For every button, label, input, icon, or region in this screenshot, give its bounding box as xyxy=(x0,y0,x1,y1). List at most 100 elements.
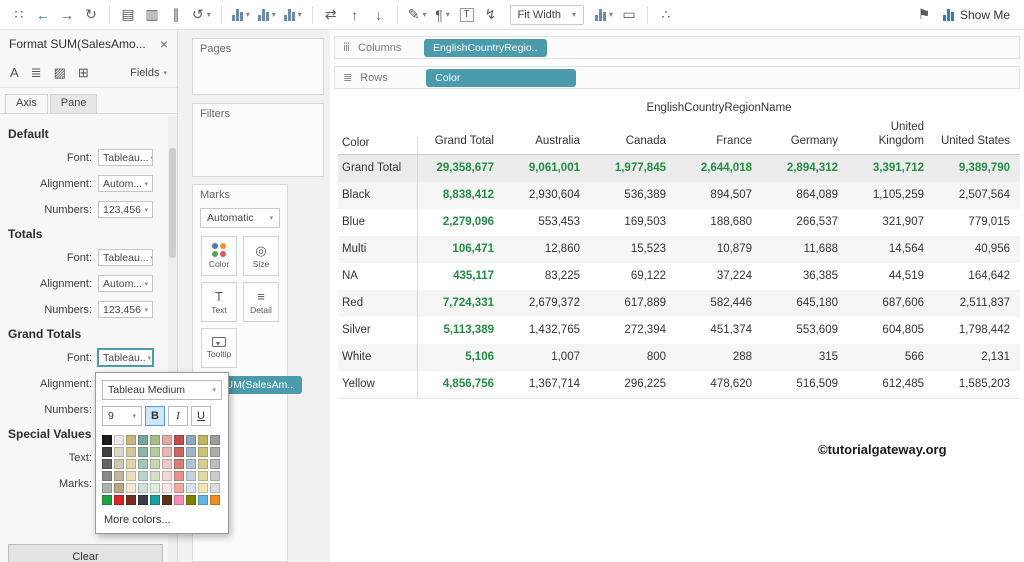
table-cell[interactable]: 15,523 xyxy=(590,236,676,263)
table-cell[interactable]: 69,122 xyxy=(590,263,676,290)
color-swatch[interactable] xyxy=(126,447,136,457)
table-cell[interactable]: 516,509 xyxy=(762,371,848,398)
color-swatch[interactable] xyxy=(174,495,184,505)
filters-card[interactable]: Filters xyxy=(192,103,324,177)
presentation-icon[interactable]: ▭ xyxy=(618,3,640,27)
table-cell[interactable]: 164,642 xyxy=(934,263,1020,290)
table-cell[interactable]: 29,358,677 xyxy=(418,155,504,182)
color-swatch[interactable] xyxy=(114,495,124,505)
redo-icon[interactable]: ↻ xyxy=(80,3,102,27)
color-swatch[interactable] xyxy=(102,495,112,505)
table-cell[interactable]: 864,089 xyxy=(762,182,848,209)
color-swatch[interactable] xyxy=(138,447,148,457)
table-cell[interactable]: 188,680 xyxy=(676,209,762,236)
forward-icon[interactable]: → xyxy=(56,3,78,27)
color-button[interactable]: Color xyxy=(201,236,237,276)
row-label[interactable]: Black xyxy=(338,181,418,209)
color-swatch[interactable] xyxy=(198,459,208,469)
table-cell[interactable]: 553,609 xyxy=(762,317,848,344)
table-cell[interactable]: 40,956 xyxy=(934,236,1020,263)
table-cell[interactable]: 44,519 xyxy=(848,263,934,290)
color-swatch[interactable] xyxy=(162,447,172,457)
table-cell[interactable]: 478,620 xyxy=(676,371,762,398)
mark-type-select[interactable]: Automatic ▾ xyxy=(200,208,280,228)
color-swatch[interactable] xyxy=(198,471,208,481)
font-family-select[interactable]: Tableau Medium ▾ xyxy=(102,380,222,400)
column-header[interactable]: Australia xyxy=(504,134,590,153)
table-cell[interactable]: 3,391,712 xyxy=(848,155,934,182)
pin-icon[interactable]: ⚑ xyxy=(913,3,935,27)
table-cell[interactable]: 1,105,259 xyxy=(848,182,934,209)
size-button[interactable]: ◎ Size xyxy=(243,236,279,276)
color-swatch[interactable] xyxy=(198,447,208,457)
table-cell[interactable]: 1,977,845 xyxy=(590,155,676,182)
table-cell[interactable]: 645,180 xyxy=(762,290,848,317)
tooltip-button[interactable]: Tooltip xyxy=(201,328,237,368)
new-worksheet-icon[interactable]: ▾ xyxy=(229,3,253,27)
table-cell[interactable]: 1,432,765 xyxy=(504,317,590,344)
table-cell[interactable]: 779,015 xyxy=(934,209,1020,236)
column-header[interactable]: United States xyxy=(934,134,1020,153)
color-swatch[interactable] xyxy=(126,495,136,505)
table-cell[interactable]: 553,453 xyxy=(504,209,590,236)
totals-numbers-select[interactable]: 123,456 ▾ xyxy=(98,301,153,318)
color-swatch[interactable] xyxy=(210,471,220,481)
table-cell[interactable]: 11,688 xyxy=(762,236,848,263)
color-swatch[interactable] xyxy=(198,483,208,493)
color-swatch[interactable] xyxy=(126,459,136,469)
color-swatch[interactable] xyxy=(210,495,220,505)
table-cell[interactable]: 5,113,389 xyxy=(418,317,504,344)
table-cell[interactable]: 612,485 xyxy=(848,371,934,398)
color-swatch[interactable] xyxy=(186,447,196,457)
column-header[interactable]: United Kingdom xyxy=(848,120,934,154)
column-header[interactable]: Grand Total xyxy=(418,134,504,153)
table-cell[interactable]: 2,679,372 xyxy=(504,290,590,317)
table-row[interactable]: Blue 2,279,096 553,453 169,503 188,680 266,53… xyxy=(338,208,1020,236)
color-swatch[interactable] xyxy=(150,483,160,493)
table-cell[interactable]: 2,930,604 xyxy=(504,182,590,209)
table-cell[interactable]: 2,644,018 xyxy=(676,155,762,182)
table-cell[interactable]: 1,798,442 xyxy=(934,317,1020,344)
table-row[interactable]: NA 435,117 83,225 69,122 37,224 36,385 44,519 1… xyxy=(338,262,1020,290)
color-swatch[interactable] xyxy=(102,459,112,469)
sort-ascending-icon[interactable]: ↑ xyxy=(344,3,366,27)
color-swatch[interactable] xyxy=(150,471,160,481)
more-colors-link[interactable]: More colors... xyxy=(102,514,222,526)
share-icon[interactable]: ∴ xyxy=(655,3,677,27)
color-swatch[interactable] xyxy=(138,459,148,469)
row-label[interactable]: Multi xyxy=(338,235,418,263)
color-swatch[interactable] xyxy=(162,459,172,469)
table-cell[interactable]: 582,446 xyxy=(676,290,762,317)
default-numbers-select[interactable]: 123,456 ▾ xyxy=(98,201,153,218)
color-swatch[interactable] xyxy=(210,483,220,493)
table-cell[interactable]: 10,879 xyxy=(676,236,762,263)
table-cell[interactable]: 1,367,714 xyxy=(504,371,590,398)
clear-sheet-icon[interactable]: ▾ xyxy=(281,3,305,27)
color-swatch[interactable] xyxy=(174,471,184,481)
table-cell[interactable]: 106,471 xyxy=(418,236,504,263)
color-swatch[interactable] xyxy=(186,483,196,493)
text-label-icon[interactable]: T xyxy=(456,3,478,27)
totals-alignment-select[interactable]: Autom... ▾ xyxy=(98,275,153,292)
table-cell[interactable]: 315 xyxy=(762,344,848,371)
color-swatch[interactable] xyxy=(102,435,112,445)
color-swatch[interactable] xyxy=(186,435,196,445)
row-label[interactable]: Silver xyxy=(338,316,418,344)
color-swatch[interactable] xyxy=(138,495,148,505)
back-icon[interactable]: ← xyxy=(32,3,54,27)
table-cell[interactable]: 266,537 xyxy=(762,209,848,236)
color-swatch[interactable] xyxy=(150,447,160,457)
color-swatch[interactable] xyxy=(126,435,136,445)
column-header[interactable]: Germany xyxy=(762,134,848,153)
table-cell[interactable]: 800 xyxy=(590,344,676,371)
tab-pane[interactable]: Pane xyxy=(49,94,98,113)
table-cell[interactable]: 617,889 xyxy=(590,290,676,317)
color-swatch[interactable] xyxy=(186,459,196,469)
pages-card[interactable]: Pages xyxy=(192,38,324,95)
color-swatch[interactable] xyxy=(162,471,172,481)
color-swatch[interactable] xyxy=(198,495,208,505)
duplicate-sheet-icon[interactable]: ▾ xyxy=(255,3,279,27)
table-cell[interactable]: 687,606 xyxy=(848,290,934,317)
table-cell[interactable]: 2,511,837 xyxy=(934,290,1020,317)
annotation-icon[interactable]: ¶ ▾ xyxy=(432,3,454,27)
